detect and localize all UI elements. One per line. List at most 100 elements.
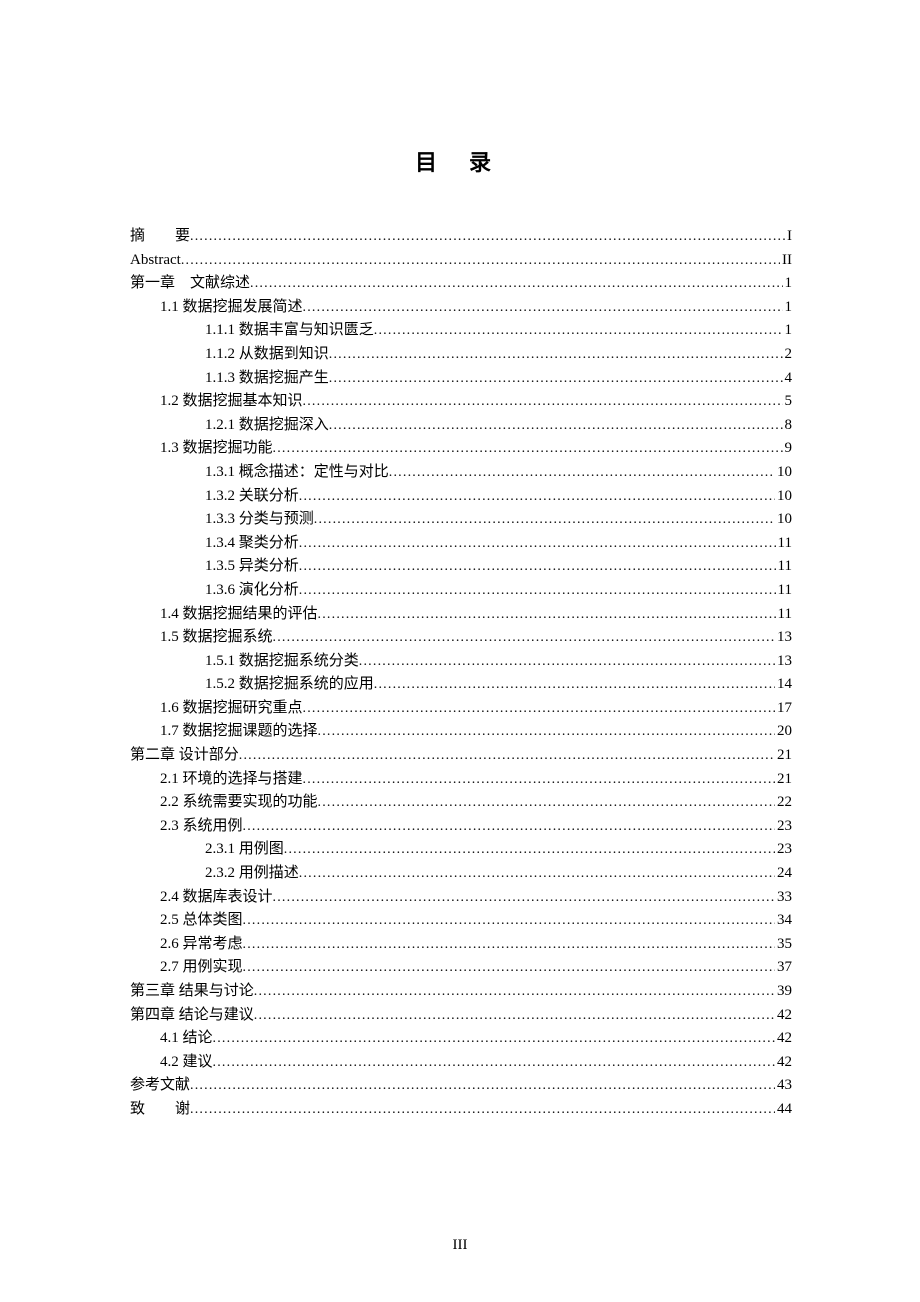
toc-entry-label: 1.5 数据挖掘系统 [160, 626, 273, 650]
toc-entry-page: 39 [775, 980, 792, 1004]
toc-entry-label: 1.3.4 聚类分析 [205, 532, 299, 556]
toc-leader-dots [299, 532, 776, 556]
page-number-footer: III [0, 1237, 920, 1254]
toc-entry-page: 24 [775, 862, 792, 886]
toc-entry-page: 5 [783, 390, 793, 414]
toc-entry-label: 2.7 用例实现 [160, 956, 243, 980]
toc-entry-page: 42 [775, 1051, 792, 1075]
toc-entry-page: 9 [783, 437, 793, 461]
toc-entry-page: 37 [775, 956, 792, 980]
toc-leader-dots [273, 626, 775, 650]
toc-entry: 1.5.2 数据挖掘系统的应用14 [130, 673, 792, 697]
toc-entry: 1.2.1 数据挖掘深入 8 [130, 414, 792, 438]
toc-leader-dots [303, 697, 775, 721]
toc-leader-dots [243, 909, 775, 933]
toc-entry-page: 2 [783, 343, 793, 367]
toc-leader-dots [190, 225, 785, 249]
toc-leader-dots [243, 933, 775, 957]
toc-entry-label: 1.3.5 异类分析 [205, 555, 299, 579]
toc-entry-page: 23 [775, 838, 792, 862]
toc-entry: 1.1 数据挖掘发展简述1 [130, 296, 792, 320]
toc-leader-dots [314, 508, 775, 532]
toc-entry-page: II [780, 249, 792, 273]
toc-list: 摘 要IAbstractII第一章 文献综述11.1 数据挖掘发展简述11.1.… [130, 225, 792, 1122]
toc-entry-page: 21 [775, 744, 792, 768]
toc-entry: 4.2 建议 42 [130, 1051, 792, 1075]
toc-entry-label: 1.3.1 概念描述：定性与对比 [205, 461, 389, 485]
toc-entry: 1.1.1 数据丰富与知识匮乏 1 [130, 319, 792, 343]
toc-leader-dots [190, 1098, 775, 1122]
toc-entry-page: 20 [775, 720, 792, 744]
toc-entry: 1.5 数据挖掘系统13 [130, 626, 792, 650]
toc-entry-label: 2.2 系统需要实现的功能 [160, 791, 318, 815]
toc-leader-dots [303, 768, 775, 792]
toc-entry-label: 1.2.1 数据挖掘深入 [205, 414, 329, 438]
toc-entry-label: 1.1.3 数据挖掘产生 [205, 367, 329, 391]
toc-leader-dots [243, 956, 775, 980]
toc-entry: 2.7 用例实现 37 [130, 956, 792, 980]
toc-entry: 第四章 结论与建议 42 [130, 1004, 792, 1028]
toc-entry-label: 1.5.1 数据挖掘系统分类 [205, 650, 359, 674]
toc-leader-dots [213, 1027, 775, 1051]
toc-entry-label: 参考文献 [130, 1074, 190, 1098]
toc-entry: 2.3.1 用例图 23 [130, 838, 792, 862]
toc-leader-dots [389, 461, 775, 485]
toc-entry-label: 2.3.1 用例图 [205, 838, 284, 862]
toc-entry-page: 1 [783, 319, 793, 343]
toc-leader-dots [243, 815, 775, 839]
toc-entry: 4.1 结论42 [130, 1027, 792, 1051]
toc-entry: 1.3.3 分类与预测10 [130, 508, 792, 532]
toc-entry-label: 第四章 结论与建议 [130, 1004, 254, 1028]
toc-entry-page: 42 [775, 1027, 792, 1051]
toc-leader-dots [181, 249, 780, 273]
toc-entry-label: 1.5.2 数据挖掘系统的应用 [205, 673, 374, 697]
toc-leader-dots [329, 343, 783, 367]
toc-leader-dots [318, 791, 775, 815]
toc-entry: 1.4 数据挖掘结果的评估11 [130, 603, 792, 627]
toc-entry: 第一章 文献综述1 [130, 272, 792, 296]
toc-entry-label: 致 谢 [130, 1098, 190, 1122]
toc-entry-label: 1.1.1 数据丰富与知识匮乏 [205, 319, 374, 343]
toc-entry-label: Abstract [130, 249, 181, 273]
toc-entry-page: 21 [775, 768, 792, 792]
toc-entry: 2.5 总体类图34 [130, 909, 792, 933]
toc-entry-page: 8 [783, 414, 793, 438]
toc-entry-page: 43 [775, 1074, 792, 1098]
toc-entry-page: 4 [783, 367, 793, 391]
toc-entry-label: 4.2 建议 [160, 1051, 213, 1075]
toc-leader-dots [190, 1074, 775, 1098]
toc-entry-page: 11 [776, 603, 792, 627]
toc-entry: 2.3 系统用例23 [130, 815, 792, 839]
toc-entry: 1.2 数据挖掘基本知识5 [130, 390, 792, 414]
toc-leader-dots [299, 555, 776, 579]
toc-leader-dots [299, 862, 775, 886]
toc-page: 目录 摘 要IAbstractII第一章 文献综述11.1 数据挖掘发展简述11… [0, 0, 920, 1122]
toc-entry: 2.1 环境的选择与搭建21 [130, 768, 792, 792]
toc-entry-page: 33 [775, 886, 792, 910]
toc-entry-page: 22 [775, 791, 792, 815]
toc-entry: 摘 要I [130, 225, 792, 249]
toc-leader-dots [303, 390, 783, 414]
toc-entry-page: 17 [775, 697, 792, 721]
toc-leader-dots [254, 1004, 775, 1028]
toc-entry: 1.6 数据挖掘研究重点 17 [130, 697, 792, 721]
toc-entry-page: 10 [775, 485, 792, 509]
toc-leader-dots [318, 603, 776, 627]
toc-entry: 1.7 数据挖掘课题的选择20 [130, 720, 792, 744]
toc-entry: 第三章 结果与讨论39 [130, 980, 792, 1004]
toc-entry-page: 42 [775, 1004, 792, 1028]
toc-entry: 1.1.3 数据挖掘产生 4 [130, 367, 792, 391]
toc-entry-label: 1.6 数据挖掘研究重点 [160, 697, 303, 721]
toc-entry-label: 2.6 异常考虑 [160, 933, 243, 957]
toc-entry: 致 谢44 [130, 1098, 792, 1122]
toc-entry-page: 11 [776, 579, 792, 603]
toc-leader-dots [284, 838, 775, 862]
toc-entry-label: 1.3.2 关联分析 [205, 485, 299, 509]
toc-leader-dots [213, 1051, 775, 1075]
toc-leader-dots [273, 437, 783, 461]
toc-leader-dots [250, 272, 782, 296]
toc-entry-page: 1 [783, 296, 793, 320]
toc-leader-dots [374, 673, 775, 697]
toc-entry-page: 1 [783, 272, 793, 296]
toc-entry-label: 2.5 总体类图 [160, 909, 243, 933]
